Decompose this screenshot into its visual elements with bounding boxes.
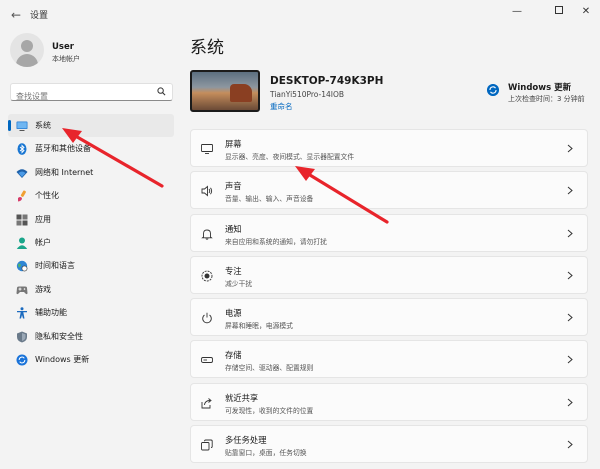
setting-title: 就近共享 <box>225 392 259 403</box>
setting-description: 来自应用和系统的通知，请勿打扰 <box>225 237 327 246</box>
speaker-icon <box>201 185 213 197</box>
display-icon <box>201 144 213 154</box>
setting-description: 显示器、亮度、夜间模式、显示器配置文件 <box>225 153 355 161</box>
setting-title: 存储 <box>225 350 242 361</box>
setting-title: 通知 <box>225 223 242 234</box>
chevron-right-icon <box>567 356 573 364</box>
person-icon <box>16 237 28 249</box>
close-button[interactable]: ✕ <box>574 3 598 21</box>
power-icon <box>202 312 212 324</box>
device-name: DESKTOP-749K3PH <box>270 75 384 87</box>
setting-sound[interactable]: 声音 音量、输出、输入、声音设备 <box>190 171 588 210</box>
chevron-right-icon <box>567 313 573 322</box>
sidebar-item-accessibility[interactable]: 辅助功能 <box>8 301 174 324</box>
back-button[interactable]: ← <box>8 7 24 23</box>
sidebar-nav: 系统 蓝牙和其他设备 网络和 Internet 个性化 应用 帐户 时间和语言 … <box>8 114 174 371</box>
account-type: 本地帐户 <box>52 55 80 63</box>
user-name: User <box>52 42 74 52</box>
setting-title: 专注 <box>225 265 242 276</box>
search-box[interactable] <box>10 83 173 105</box>
windows-update-status: 上次检查时间：3 分钟前 <box>508 95 585 103</box>
share-icon <box>201 397 212 409</box>
sidebar-item-gaming[interactable]: 游戏 <box>8 278 174 301</box>
sidebar-item-privacy[interactable]: 隐私和安全性 <box>8 325 174 348</box>
setting-title: 声音 <box>225 181 242 192</box>
search-icon[interactable] <box>157 87 166 96</box>
maximize-icon <box>555 6 563 14</box>
setting-title: 电源 <box>225 308 242 319</box>
apps-icon <box>16 214 28 226</box>
storage-icon <box>201 357 213 364</box>
setting-nearby-sharing[interactable]: 就近共享 可发现性，收到的文件的位置 <box>190 382 588 421</box>
sidebar-item-system[interactable]: 系统 <box>8 114 174 138</box>
title-bar: ← 设置 — ✕ <box>0 0 600 30</box>
minimize-button[interactable]: — <box>505 3 529 21</box>
setting-title: 屏幕 <box>225 139 242 149</box>
windows-update-icon[interactable] <box>487 84 499 96</box>
sidebar-item-label: 帐户 <box>35 237 51 247</box>
multitask-icon <box>201 439 213 451</box>
chevron-right-icon <box>567 398 573 407</box>
sidebar-item-label: 个性化 <box>35 191 59 201</box>
wifi-icon <box>16 169 28 178</box>
sidebar-item-accounts[interactable]: 帐户 <box>8 231 174 254</box>
setting-description: 音量、输出、输入、声音设备 <box>225 195 314 204</box>
setting-description: 屏幕和睡眠，电源模式 <box>225 322 293 331</box>
sidebar-item-label: 网络和 Internet <box>35 167 94 177</box>
sidebar-item-network[interactable]: 网络和 Internet <box>8 161 174 184</box>
monitor-icon <box>16 121 28 131</box>
windows-update-icon <box>16 354 28 366</box>
globe-clock-icon <box>16 261 28 272</box>
brush-icon <box>18 190 26 202</box>
windows-update-title[interactable]: Windows 更新 <box>508 81 571 93</box>
sidebar-item-time-language[interactable]: 时间和语言 <box>8 254 174 277</box>
device-card: DESKTOP-749K3PH TianYi510Pro-14IOB 重命名 W… <box>190 70 588 116</box>
maximize-button[interactable] <box>547 3 571 21</box>
bluetooth-icon <box>17 143 27 156</box>
sidebar-item-label: 游戏 <box>35 284 51 294</box>
sidebar-item-personalization[interactable]: 个性化 <box>8 184 174 207</box>
chevron-right-icon <box>567 271 573 280</box>
chevron-right-icon <box>567 440 573 449</box>
sidebar-item-label: 系统 <box>35 121 51 130</box>
chevron-right-icon <box>567 186 573 195</box>
bell-icon <box>201 229 213 240</box>
setting-description: 贴靠窗口，桌面，任务切换 <box>225 449 307 458</box>
sidebar-item-apps[interactable]: 应用 <box>8 208 174 231</box>
sidebar-item-label: 应用 <box>35 214 51 224</box>
sidebar-item-label: 隐私和安全性 <box>35 331 83 341</box>
desktop-wallpaper-thumbnail[interactable] <box>190 70 260 112</box>
sidebar-item-label: Windows 更新 <box>35 354 90 364</box>
rename-link[interactable]: 重命名 <box>270 101 293 112</box>
avatar <box>10 33 44 67</box>
shield-icon <box>17 331 27 343</box>
chevron-right-icon <box>567 229 573 237</box>
setting-description: 可发现性，收到的文件的位置 <box>225 406 314 415</box>
sidebar-item-bluetooth[interactable]: 蓝牙和其他设备 <box>8 137 174 160</box>
setting-multitasking[interactable]: 多任务处理 贴靠窗口，桌面，任务切换 <box>190 425 588 464</box>
sidebar-item-windows-update[interactable]: Windows 更新 <box>8 348 174 371</box>
gamepad-icon <box>16 286 28 294</box>
setting-display[interactable]: 屏幕 显示器、亮度、夜间模式、显示器配置文件 <box>190 129 588 167</box>
setting-power[interactable]: 电源 屏幕和睡眠，电源模式 <box>190 298 588 337</box>
sidebar-item-label: 辅助功能 <box>35 308 67 318</box>
setting-notifications[interactable]: 通知 来自应用和系统的通知，请勿打扰 <box>190 213 588 252</box>
setting-title: 多任务处理 <box>225 435 267 446</box>
focus-icon <box>201 270 213 282</box>
search-input[interactable] <box>11 88 151 105</box>
sidebar-item-label: 蓝牙和其他设备 <box>35 144 91 154</box>
chevron-right-icon <box>567 144 573 153</box>
accessibility-icon <box>17 307 27 319</box>
setting-description: 减少干扰 <box>225 279 253 288</box>
setting-description: 存储空间、驱动器、配置规则 <box>225 364 314 373</box>
setting-storage[interactable]: 存储 存储空间、驱动器、配置规则 <box>190 340 588 379</box>
settings-list: 屏幕 显示器、亮度、夜间模式、显示器配置文件 声音 音量、输出、输入、声音设备 … <box>190 129 588 467</box>
setting-focus[interactable]: 专注 减少干扰 <box>190 255 588 294</box>
device-model: TianYi510Pro-14IOB <box>270 90 345 99</box>
app-title: 设置 <box>30 11 49 21</box>
user-card[interactable]: User 本地帐户 <box>10 33 180 73</box>
sidebar-item-label: 时间和语言 <box>35 261 75 271</box>
page-title: 系统 <box>190 38 224 58</box>
